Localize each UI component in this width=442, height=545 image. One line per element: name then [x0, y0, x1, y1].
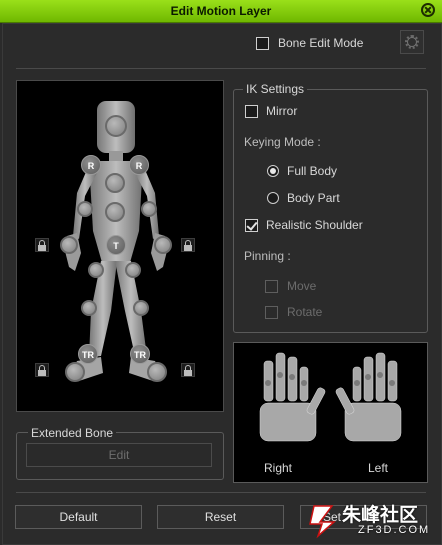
right-elbow-bone[interactable] — [77, 201, 93, 217]
bone-edit-mode-checkbox[interactable] — [256, 37, 269, 50]
left-hand-lock-icon[interactable] — [181, 238, 195, 252]
default-button[interactable]: Default — [15, 505, 142, 529]
right-shoulder-marker[interactable]: R — [81, 155, 101, 175]
left-hand-bone[interactable] — [154, 236, 172, 254]
pin-rotate-checkbox[interactable] — [265, 306, 278, 319]
left-hand-label: Left — [368, 461, 389, 475]
bone-edit-mode-label: Bone Edit Mode — [278, 36, 364, 50]
right-foot-bone[interactable] — [65, 362, 85, 382]
title-bar: Edit Motion Layer — [0, 0, 442, 23]
head-bone[interactable] — [105, 115, 127, 137]
body-figure-panel: R R T TR TR — [16, 80, 224, 412]
bottom-divider — [16, 492, 426, 493]
reset-button[interactable]: Reset — [157, 505, 284, 529]
body-part-radio[interactable] — [267, 192, 279, 204]
pinning-label: Pinning : — [244, 249, 291, 263]
hands-illustration — [259, 352, 402, 442]
pelvis-marker[interactable]: T — [106, 235, 126, 255]
left-elbow-bone[interactable] — [141, 201, 157, 217]
right-foot-lock-icon[interactable] — [35, 363, 49, 377]
top-divider — [16, 68, 426, 69]
ik-settings-group — [233, 89, 428, 333]
watermark-text: 朱峰社区 — [342, 505, 419, 526]
pin-rotate-label: Rotate — [287, 305, 323, 319]
close-icon[interactable] — [421, 3, 435, 17]
pin-move-label: Move — [287, 279, 317, 293]
left-shoulder-marker[interactable]: R — [129, 155, 149, 175]
settings-gear-icon[interactable] — [400, 30, 424, 54]
right-hand-label: Right — [264, 461, 293, 475]
extended-bone-title: Extended Bone — [28, 426, 117, 440]
window-title: Edit Motion Layer — [170, 4, 272, 18]
chest-bone[interactable] — [105, 173, 125, 193]
left-ankle-marker[interactable]: TR — [130, 344, 150, 364]
left-foot-lock-icon[interactable] — [181, 363, 195, 377]
full-body-radio[interactable] — [267, 165, 279, 177]
right-ankle-marker[interactable]: TR — [78, 344, 98, 364]
right-hand-bone[interactable] — [60, 236, 78, 254]
pin-move-checkbox[interactable] — [265, 280, 278, 293]
right-hip-bone[interactable] — [88, 262, 104, 278]
mirror-label: Mirror — [266, 104, 298, 118]
realistic-shoulder-label: Realistic Shoulder — [266, 218, 363, 232]
left-knee-bone[interactable] — [133, 300, 149, 316]
mirror-checkbox[interactable] — [245, 105, 258, 118]
realistic-shoulder-checkbox[interactable] — [245, 219, 258, 232]
hands-panel: Right Left — [233, 342, 428, 483]
extended-bone-edit-button[interactable]: Edit — [26, 443, 212, 467]
full-body-label: Full Body — [287, 164, 338, 178]
right-knee-bone[interactable] — [81, 300, 97, 316]
ik-settings-title: IK Settings — [243, 82, 308, 96]
keying-mode-label: Keying Mode : — [244, 135, 321, 149]
watermark-url: ZF3D.COM — [358, 524, 431, 536]
spine-bone[interactable] — [105, 202, 125, 222]
watermark-overlay: 朱峰社区 ZF3D.COM — [308, 500, 440, 540]
left-foot-bone[interactable] — [147, 362, 167, 382]
left-hip-bone[interactable] — [125, 262, 141, 278]
right-hand-lock-icon[interactable] — [35, 238, 49, 252]
body-part-label: Body Part — [287, 191, 340, 205]
